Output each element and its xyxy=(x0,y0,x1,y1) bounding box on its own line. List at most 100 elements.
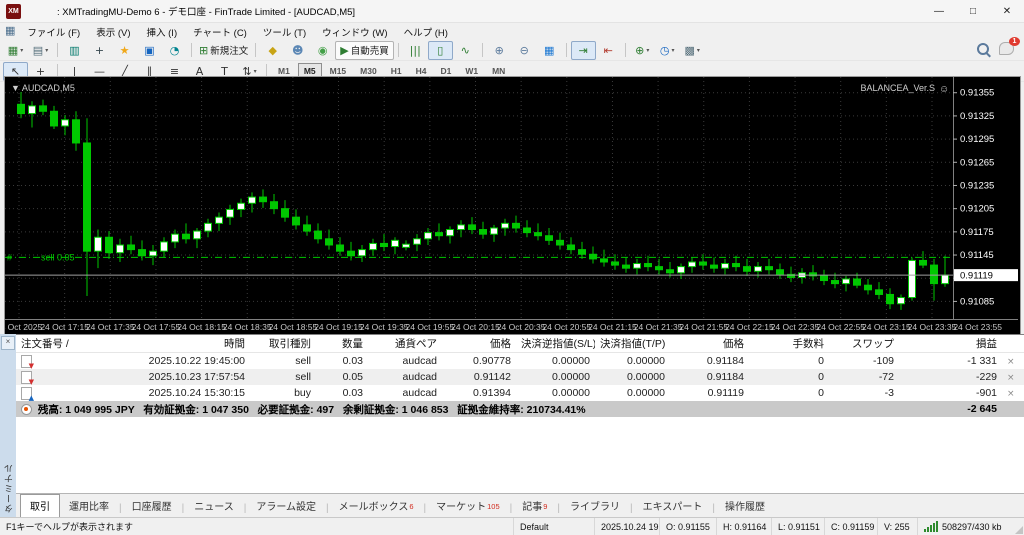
column-header-0[interactable]: 注文番号 / xyxy=(16,335,116,353)
new-chart-button[interactable]: ▦▾ xyxy=(3,41,28,60)
menu-bar: ▦ ファイル (F)表示 (V)挿入 (I)チャート (C)ツール (T)ウィン… xyxy=(0,23,1024,40)
ea-name-label: BALANCEA_Ver.S xyxy=(860,83,935,93)
menu-file[interactable]: ファイル (F) xyxy=(19,27,88,40)
tab-label: ライブラリ xyxy=(570,498,620,513)
tab-news[interactable]: ニュース xyxy=(185,495,243,517)
indicators-button[interactable]: ⊕▾ xyxy=(630,41,655,60)
ea-status-icon[interactable]: ☺ xyxy=(939,84,949,95)
auto-scroll-icon: ⇥ xyxy=(579,45,588,56)
status-low: L: 0.91151 xyxy=(772,518,825,535)
order-document-icon: ▼ xyxy=(21,355,32,368)
strategy-tester-button[interactable]: ◔ xyxy=(162,41,187,60)
indicators-dropdown-icon[interactable]: ▾ xyxy=(646,47,649,54)
equidistant-channel-icon: ∥ xyxy=(147,66,153,77)
profiles-dropdown-icon[interactable]: ▾ xyxy=(45,47,48,54)
menu-window[interactable]: ウィンドウ (W) xyxy=(314,27,395,40)
balance-row: 残高: 1 049 995 JPY 有効証拠金: 1 047 350 必要証拠金… xyxy=(16,401,1024,417)
app-icon-text: XM xyxy=(8,8,19,15)
tab-trade[interactable]: 取引 xyxy=(20,494,60,518)
order-icon-cell: ▲ xyxy=(16,385,116,401)
order-tp: 0.00000 xyxy=(595,353,670,370)
profiles-icon: ▤ xyxy=(33,45,43,56)
periods-dropdown-icon[interactable]: ▾ xyxy=(672,47,675,54)
close-position-button[interactable]: × xyxy=(1007,357,1015,367)
market-watch-button[interactable]: ▥ xyxy=(62,41,87,60)
terminal-vertical-tab[interactable]: ターミナル xyxy=(2,463,15,513)
tab-market[interactable]: マーケット105 xyxy=(427,495,509,517)
close-position-cell: × xyxy=(1002,385,1024,401)
maximize-button[interactable]: □ xyxy=(956,0,990,22)
time-axis[interactable]: 24 Oct 202524 Oct 17:1524 Oct 17:3524 Oc… xyxy=(5,322,1002,332)
menu-tools[interactable]: ツール (T) xyxy=(255,27,314,40)
column-header-1: 時間 xyxy=(116,335,250,353)
chart-shift-icon: ⇤ xyxy=(604,45,613,56)
chart-shift-button[interactable]: ⇤ xyxy=(596,41,621,60)
column-header-6: 決済逆指値(S/L) xyxy=(516,335,595,353)
chart-line-button[interactable]: ∿ xyxy=(453,41,478,60)
terminal-toggle-button[interactable]: ▣ xyxy=(137,41,162,60)
order-symbol: audcad xyxy=(368,369,442,385)
mql5-button[interactable]: ◉ xyxy=(310,41,335,60)
resize-grip[interactable] xyxy=(1015,526,1023,534)
close-button[interactable]: ✕ xyxy=(990,0,1024,22)
tab-badge: 105 xyxy=(487,502,500,511)
community-button[interactable]: ☻ xyxy=(285,41,310,60)
column-header-5: 価格 xyxy=(442,335,516,353)
autotrade-button[interactable]: ▶自動売買 xyxy=(335,41,393,60)
menu-insert[interactable]: 挿入 (I) xyxy=(139,27,186,40)
zoom-out-button[interactable]: ⊖ xyxy=(512,41,537,60)
profiles-button[interactable]: ▤▾ xyxy=(28,41,53,60)
status-profile[interactable]: Default xyxy=(514,518,595,535)
tab-library[interactable]: ライブラリ xyxy=(561,495,629,517)
tab-label: メールボックス xyxy=(339,498,409,513)
tab-label: アラーム設定 xyxy=(256,498,316,513)
menu-view[interactable]: 表示 (V) xyxy=(88,27,138,40)
notifications-button[interactable]: 1 xyxy=(999,42,1014,58)
terminal-close-button[interactable]: × xyxy=(1,336,15,350)
periods-button[interactable]: ◷▾ xyxy=(655,41,680,60)
tab-experts[interactable]: エキスパート xyxy=(634,495,712,517)
chart-candles-button[interactable]: ▯ xyxy=(428,41,453,60)
templates-button[interactable]: ▩▾ xyxy=(680,41,705,60)
tab-alerts[interactable]: アラーム設定 xyxy=(247,495,325,517)
order-row[interactable]: ▼2025.10.22 19:45:00sell0.03audcad0.9077… xyxy=(16,353,1024,370)
tab-mailbox[interactable]: メールボックス6 xyxy=(330,495,423,517)
chart-bars-button[interactable]: ||| xyxy=(403,41,428,60)
templates-dropdown-icon[interactable]: ▾ xyxy=(697,47,700,54)
tab-articles[interactable]: 記事9 xyxy=(513,495,556,517)
orders-header-row: 注文番号 /時間取引種別数量通貨ペア価格決済逆指値(S/L)決済指値(T/P)価… xyxy=(16,335,1024,353)
svg-text:24 Oct 20:15: 24 Oct 20:15 xyxy=(451,322,500,332)
tab-journal[interactable]: 操作履歴 xyxy=(716,495,774,517)
price-chart[interactable]: #sell 0.050.913550.913250.912950.912650.… xyxy=(5,77,1018,334)
horizontal-line-icon: — xyxy=(94,66,105,77)
minimize-button[interactable]: — xyxy=(922,0,956,22)
svg-text:24 Oct 23:55: 24 Oct 23:55 xyxy=(953,322,1002,332)
column-header-4: 通貨ペア xyxy=(368,335,442,353)
auto-scroll-button[interactable]: ⇥ xyxy=(571,41,596,60)
order-row[interactable]: ▼2025.10.23 17:57:54sell0.05audcad0.9114… xyxy=(16,369,1024,385)
close-position-button[interactable]: × xyxy=(1007,389,1015,399)
data-window-button[interactable]: + xyxy=(87,41,112,60)
close-position-button[interactable]: × xyxy=(1007,373,1015,383)
chart-symbol-label[interactable]: ▼ AUDCAD,M5 xyxy=(11,83,75,93)
new-order-button[interactable]: ⊞新規注文 xyxy=(196,41,251,60)
data-window-icon: + xyxy=(95,45,104,56)
close-position-cell: × xyxy=(1002,369,1024,385)
zoom-in-button[interactable]: ⊕ xyxy=(487,41,512,60)
menu-charts[interactable]: チャート (C) xyxy=(185,27,255,40)
arrows-dropdown-icon[interactable]: ▾ xyxy=(254,68,257,75)
metaeditor-button[interactable]: ◆ xyxy=(260,41,285,60)
tab-account-history[interactable]: 口座履歴 xyxy=(123,495,181,517)
order-row[interactable]: ▲2025.10.24 15:30:15buy0.03audcad0.91394… xyxy=(16,385,1024,401)
indicators-icon: ⊕ xyxy=(635,45,644,56)
search-button[interactable] xyxy=(977,43,989,58)
tile-windows-button[interactable]: ▦ xyxy=(537,41,562,60)
svg-text:0.91175: 0.91175 xyxy=(960,227,994,238)
new-chart-dropdown-icon[interactable]: ▾ xyxy=(20,47,23,54)
chart-window-icon[interactable]: ▦ xyxy=(5,26,15,37)
tab-exposure[interactable]: 運用比率 xyxy=(60,495,118,517)
svg-text:0.91085: 0.91085 xyxy=(960,296,994,307)
navigator-button[interactable]: ★ xyxy=(112,41,137,60)
menu-help[interactable]: ヘルプ (H) xyxy=(396,27,456,40)
crosshair-icon: + xyxy=(36,66,45,77)
